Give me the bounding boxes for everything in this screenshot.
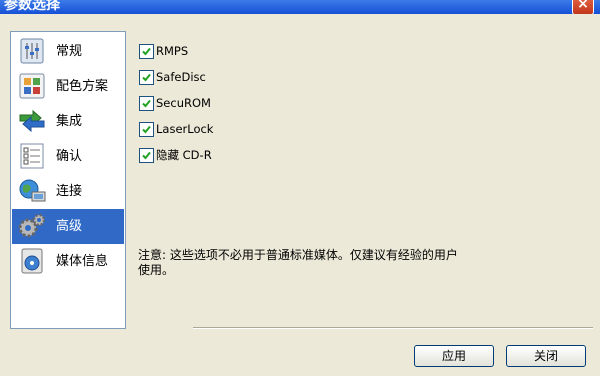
gears-icon xyxy=(18,213,46,238)
close-button[interactable]: 关闭 xyxy=(506,345,586,367)
sidebar-item-color-scheme[interactable]: 配色方案 xyxy=(12,69,124,104)
general-settings-icon xyxy=(20,38,44,64)
media-info-icon xyxy=(21,248,43,274)
option-label: RMPS xyxy=(156,44,189,58)
title-bar[interactable]: 参数选择 × xyxy=(0,0,600,14)
option-label: SecuROM xyxy=(156,96,211,110)
connection-icon xyxy=(19,179,46,202)
checkmark-icon xyxy=(142,125,151,134)
footer-divider xyxy=(193,327,593,329)
integration-icon xyxy=(19,109,45,133)
sidebar-item-connection[interactable]: 连接 xyxy=(12,174,124,209)
sidebar-item-label: 常规 xyxy=(56,44,83,59)
sidebar-item-label: 高级 xyxy=(56,219,83,234)
sidebar-item-label: 连接 xyxy=(56,184,83,199)
sidebar-item-confirm[interactable]: 确认 xyxy=(12,139,124,174)
option-label: 隐藏 CD-R xyxy=(156,148,212,162)
securom-checkbox[interactable] xyxy=(139,96,154,111)
category-sidebar: 常规 配色方案 集成 确认 连接 高级 媒体信息 xyxy=(10,31,126,329)
sidebar-item-media-info[interactable]: 媒体信息 xyxy=(12,244,124,279)
confirm-icon xyxy=(20,143,44,169)
checkmark-icon xyxy=(142,151,151,160)
note-line-2: 使用。 xyxy=(138,263,175,277)
window-title: 参数选择 xyxy=(4,0,60,13)
note-line-1: 注意: 这些选项不必用于普通标准媒体。仅建议有经验的用户 xyxy=(138,248,458,262)
sidebar-item-general[interactable]: 常规 xyxy=(12,34,124,69)
checkmark-icon xyxy=(142,99,151,108)
option-label: LaserLock xyxy=(156,122,214,136)
sidebar-item-label: 集成 xyxy=(56,114,83,129)
advanced-warning-note: 注意: 这些选项不必用于普通标准媒体。仅建议有经验的用户 使用。 xyxy=(138,248,508,278)
apply-button[interactable]: 应用 xyxy=(414,345,494,367)
checkmark-icon xyxy=(142,73,151,82)
sidebar-item-label: 确认 xyxy=(56,149,83,164)
sidebar-item-label: 媒体信息 xyxy=(56,254,109,269)
sidebar-item-integration[interactable]: 集成 xyxy=(12,104,124,139)
laserlock-checkbox[interactable] xyxy=(139,122,154,137)
sidebar-item-label: 配色方案 xyxy=(56,79,109,94)
checkmark-icon xyxy=(142,47,151,56)
hide-cdr-checkbox[interactable] xyxy=(139,148,154,163)
color-scheme-icon xyxy=(19,73,45,99)
sidebar-item-advanced[interactable]: 高级 xyxy=(12,209,124,244)
option-label: SafeDisc xyxy=(156,70,206,84)
safedisc-checkbox[interactable] xyxy=(139,70,154,85)
rmps-checkbox[interactable] xyxy=(139,44,154,59)
window-close-button[interactable]: × xyxy=(572,0,594,14)
preferences-window: 参数选择 × 常规 配色方案 集成 确认 连接 高级 媒体信息 RMPS Saf… xyxy=(0,0,600,376)
